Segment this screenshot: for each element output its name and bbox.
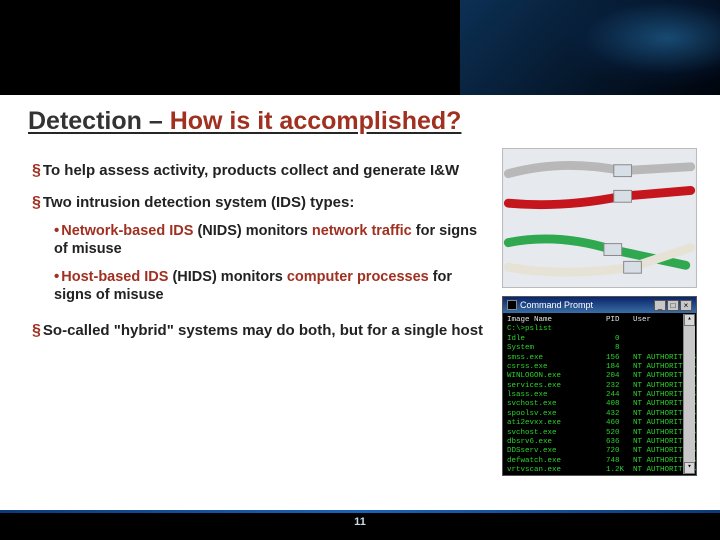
sub-bullet-2-text: Host-based IDS (HIDS) monitors computer … [54, 269, 452, 303]
sub-bullet-2: •Host-based IDS (HIDS) monitors computer… [54, 268, 486, 304]
bullet-1: §To help assess activity, products colle… [32, 162, 486, 180]
sub-bullet-1-text: Network-based IDS (NIDS) monitors networ… [54, 223, 477, 257]
terminal-lines: C:\>pslist Idle 0 System 8 smss.exe 156 … [507, 325, 696, 475]
scroll-down-icon[interactable]: ▾ [684, 462, 695, 474]
sub2-term: Host-based IDS [61, 269, 168, 285]
title-accent: How is it accomplished? [170, 107, 462, 135]
minimize-button[interactable]: _ [654, 300, 666, 311]
bullet-3: §So-called "hybrid" systems may do both,… [32, 322, 486, 340]
sub1-term2: network traffic [312, 223, 412, 239]
maximize-button[interactable]: □ [667, 300, 679, 311]
terminal-body: Image Name PID User C:\>pslist Idle 0 Sy… [503, 313, 696, 475]
bullet-marker-icon: § [32, 194, 41, 211]
text-column: §To help assess activity, products colle… [32, 148, 492, 476]
sub-bullet-1: •Network-based IDS (NIDS) monitors netwo… [54, 222, 486, 258]
title-wrap: Detection – How is it accomplished? [0, 95, 720, 138]
sub2-mid: (HIDS) monitors [168, 269, 286, 285]
sub2-term2: computer processes [287, 269, 429, 285]
bullet-3-text: So-called "hybrid" systems may do both, … [43, 322, 483, 339]
window-title: Command Prompt [520, 300, 593, 310]
scroll-up-icon[interactable]: ▴ [684, 314, 695, 326]
bullet-marker-icon: § [32, 322, 41, 339]
slide: Detection – How is it accomplished? §To … [0, 0, 720, 540]
close-button[interactable]: × [680, 300, 692, 311]
footer-bar: 11 [0, 510, 720, 540]
scrollbar[interactable]: ▴ ▾ [683, 314, 695, 474]
cables-icon [503, 149, 696, 287]
bullet-2: §Two intrusion detection system (IDS) ty… [32, 194, 486, 212]
diamond-marker-icon: • [54, 268, 59, 285]
terminal-header: Image Name PID User [507, 316, 651, 324]
sub1-mid: (NIDS) monitors [193, 223, 311, 239]
page-number: 11 [354, 516, 366, 528]
top-bar-pattern [460, 0, 720, 95]
command-prompt-window: Command Prompt _ □ × Image Name PID User… [502, 296, 697, 476]
bullet-1-text: To help assess activity, products collec… [43, 162, 459, 179]
cmd-icon [507, 300, 517, 310]
slide-title: Detection – How is it accomplished? [28, 107, 692, 136]
diamond-marker-icon: • [54, 222, 59, 239]
window-buttons: _ □ × [654, 300, 692, 311]
bullet-2-text: Two intrusion detection system (IDS) typ… [43, 194, 354, 211]
ethernet-cables-image [502, 148, 697, 288]
bullet-marker-icon: § [32, 162, 41, 179]
image-column: Command Prompt _ □ × Image Name PID User… [502, 148, 702, 476]
window-titlebar: Command Prompt _ □ × [503, 297, 696, 313]
top-bar [0, 0, 720, 95]
title-plain: Detection – [28, 107, 170, 135]
sub1-term: Network-based IDS [61, 223, 193, 239]
content-area: §To help assess activity, products colle… [0, 138, 720, 476]
